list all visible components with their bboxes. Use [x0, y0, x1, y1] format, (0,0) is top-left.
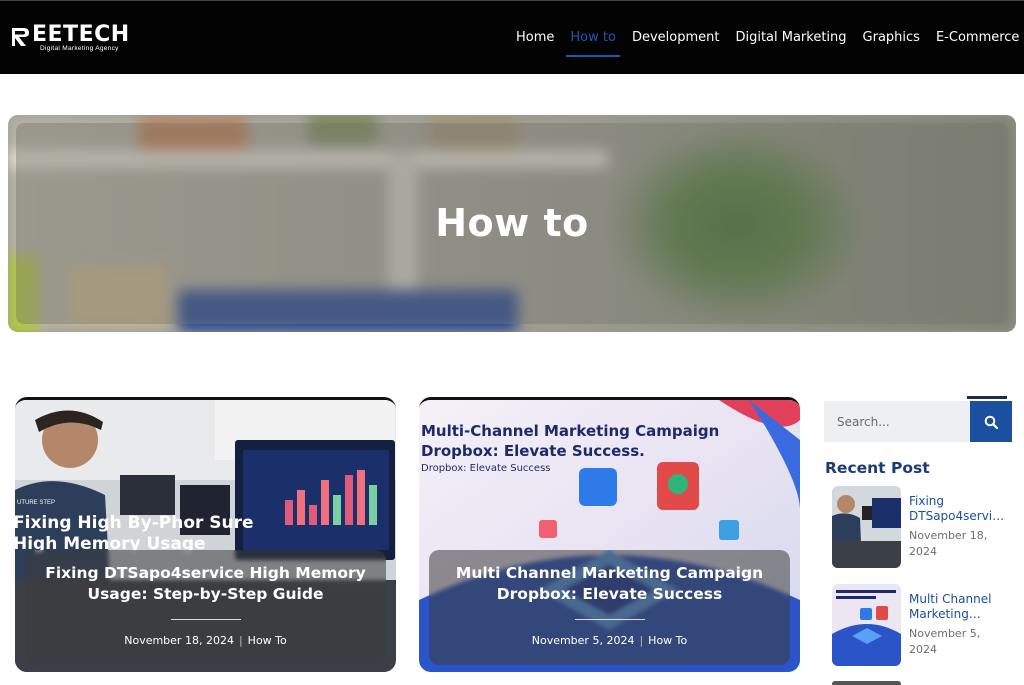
site-header: EETECH Digital Marketing Agency Home How… [0, 0, 1024, 74]
image-overlay-text: Multi-Channel Marketing Campaign [421, 422, 720, 440]
recent-post-title[interactable]: Multi Channel Marketing… [909, 592, 1001, 622]
logo-mark-icon [12, 28, 29, 46]
post-date: November 18, 2024 [124, 634, 234, 647]
sidebar-search [824, 401, 1012, 442]
recent-post-item[interactable]: Fixing DTSapo4servi… November 18, 2024 [832, 486, 1012, 570]
post-title[interactable]: Fixing DTSapo4service High Memory Usage:… [35, 563, 376, 605]
recent-post-thumbnail[interactable] [832, 486, 901, 568]
caption-divider [575, 619, 645, 620]
post-title[interactable]: Multi Channel Marketing Campaign Dropbox… [439, 563, 780, 605]
recent-post-date: November 5, 2024 [909, 627, 981, 656]
recent-post-title[interactable]: Fixing DTSapo4servi… [909, 494, 1004, 524]
image-overlay-label: UTURE STEP [17, 500, 56, 506]
post-card[interactable]: UTURE STEP Fixing High By-Phor Sure High… [15, 397, 396, 672]
site-logo[interactable]: EETECH Digital Marketing Agency [10, 23, 129, 55]
search-input[interactable] [824, 401, 970, 442]
image-overlay-text: Dropbox: Elevate Success. [421, 442, 645, 460]
main-nav: Home How to Development Digital Marketin… [508, 1, 1024, 75]
post-meta: November 5, 2024 | How To [531, 634, 688, 647]
post-card[interactable]: Multi-Channel Marketing Campaign Dropbox… [419, 397, 800, 672]
recent-post-thumbnail-partial[interactable] [832, 681, 901, 685]
nav-item-home[interactable]: Home [508, 1, 562, 75]
nav-item-graphics[interactable]: Graphics [855, 1, 928, 75]
search-icon [984, 415, 998, 429]
image-overlay-text: Dropbox: Elevate Success [421, 463, 551, 474]
brand-name: EETECH [32, 22, 130, 47]
post-category[interactable]: How To [648, 634, 687, 647]
recent-post-item[interactable]: Multi Channel Marketing… November 5, 202… [832, 584, 1012, 668]
post-date: November 5, 2024 [531, 634, 635, 647]
post-meta: November 18, 2024 | How To [124, 634, 287, 647]
caption-divider [171, 619, 241, 620]
nav-item-how-to[interactable]: How to [562, 1, 624, 75]
recent-posts-heading: Recent Post [825, 459, 930, 477]
nav-item-e-commerce[interactable]: E-Commerce [928, 1, 1024, 75]
post-category[interactable]: How To [248, 634, 287, 647]
page-title: How to [435, 201, 589, 245]
nav-item-digital-marketing[interactable]: Digital Marketing [727, 1, 854, 75]
recent-post-thumbnail[interactable] [832, 584, 901, 666]
brand-tagline: Digital Marketing Agency [40, 45, 119, 52]
category-hero-banner: How to [8, 115, 1016, 332]
nav-item-development[interactable]: Development [624, 1, 728, 75]
search-accent-bar [967, 396, 1007, 399]
search-button[interactable] [970, 401, 1012, 442]
image-overlay-text: Fixing High By-Phor Sure [15, 513, 254, 533]
recent-post-date: November 18, 2024 [909, 529, 988, 558]
